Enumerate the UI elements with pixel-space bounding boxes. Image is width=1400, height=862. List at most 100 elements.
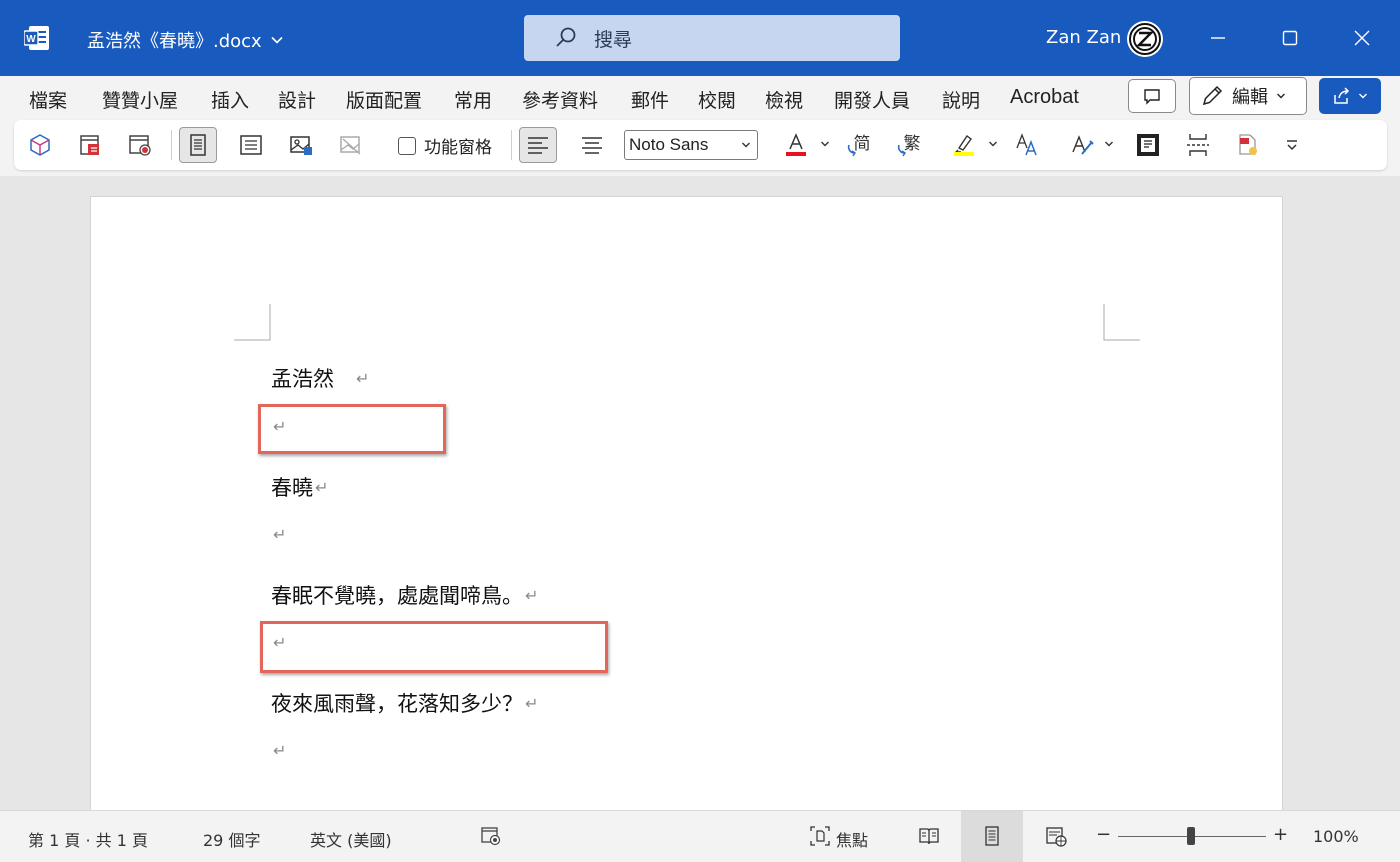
comment-icon — [1144, 89, 1160, 105]
doc-tool-button[interactable] — [71, 127, 109, 163]
paragraph-line-2[interactable]: 夜來風雨聲，花落知多少？ ↵ — [271, 688, 538, 718]
focus-frame-icon — [1137, 134, 1159, 156]
font-color-dropdown-icon[interactable] — [820, 139, 830, 149]
to-traditional-button[interactable]: 繁 — [890, 127, 928, 163]
tab-view[interactable]: 檢視 — [765, 86, 803, 113]
focus-mode-button[interactable] — [1129, 127, 1167, 163]
document-title-text: 孟浩然《春曉》.docx — [87, 31, 262, 52]
tab-layout[interactable]: 版面配置 — [346, 86, 422, 113]
align-center-button[interactable] — [573, 127, 611, 163]
minimize-button[interactable] — [1202, 22, 1234, 54]
zoom-out-button[interactable]: − — [1096, 824, 1111, 845]
zoom-slider-thumb[interactable] — [1187, 827, 1195, 845]
tab-file[interactable]: 檔案 — [29, 86, 67, 113]
user-name[interactable]: Zan Zan — [1046, 27, 1121, 48]
highlight-dropdown-icon[interactable] — [988, 139, 998, 149]
font-name-select[interactable]: Noto Sans — [624, 130, 758, 160]
font-name-value: Noto Sans — [629, 135, 709, 154]
print-layout-view-button[interactable] — [980, 824, 1004, 848]
page-break-button[interactable] — [1179, 127, 1217, 163]
zoom-in-button[interactable]: + — [1273, 824, 1288, 845]
tab-review[interactable]: 校閱 — [698, 86, 736, 113]
paragraph-empty[interactable]: ↵ — [271, 525, 286, 544]
paragraph-title[interactable]: 春曉 ↵ — [271, 472, 328, 502]
editing-mode-button[interactable]: 編輯 — [1189, 77, 1307, 115]
lines-box-icon — [240, 135, 262, 155]
pdf-icon — [1239, 134, 1257, 155]
styles-pane-button[interactable] — [1064, 127, 1102, 163]
paragraph-author[interactable]: 孟浩然 ↵ — [271, 363, 369, 393]
focus-label[interactable]: 焦點 — [836, 827, 868, 851]
title-bar: W 孟浩然《春曉》.docx 搜尋 Zan Zan — [0, 0, 1400, 76]
paragraph-text: 春曉 — [271, 476, 313, 500]
text-effects-button[interactable] — [1008, 127, 1046, 163]
macro-record-button[interactable] — [479, 824, 503, 848]
word-count[interactable]: 29 個字 — [203, 827, 260, 851]
edit-label: 編輯 — [1232, 87, 1268, 108]
language-indicator[interactable]: 英文 (美國) — [310, 827, 392, 851]
to-simplified-button[interactable]: 简 — [840, 127, 878, 163]
separator — [171, 130, 172, 160]
tab-help[interactable]: 說明 — [942, 86, 980, 113]
web-layout-button[interactable] — [232, 127, 270, 163]
document-red-icon — [80, 135, 99, 155]
document-canvas[interactable]: 孟浩然 ↵ ↵ 春曉 ↵ ↵ 春眠不覺曉，處處聞啼鳥。 ↵ ↵ 夜來風雨聲，花落… — [0, 176, 1400, 810]
highlight-color-button[interactable] — [945, 127, 983, 163]
comments-button[interactable] — [1128, 79, 1176, 113]
acrobat-pdf-button[interactable] — [1229, 127, 1267, 163]
tab-developer[interactable]: 開發人員 — [834, 86, 910, 113]
page-break-icon — [1187, 134, 1209, 156]
tab-home[interactable]: 常用 — [454, 86, 492, 113]
focus-mode-icon-wrap[interactable] — [808, 824, 832, 848]
print-layout-button[interactable] — [179, 127, 217, 163]
share-button[interactable] — [1319, 78, 1381, 114]
highlight-box — [258, 404, 446, 454]
tab-acrobat[interactable]: Acrobat — [1010, 86, 1079, 109]
disabled-picture-button — [332, 127, 370, 163]
page-icon — [985, 826, 999, 846]
separator — [511, 130, 512, 160]
document-title[interactable]: 孟浩然《春曉》.docx — [87, 27, 284, 53]
align-left-icon — [528, 137, 548, 154]
checkbox-box[interactable] — [398, 136, 416, 155]
insert-picture-button[interactable] — [282, 127, 320, 163]
more-options-button[interactable] — [1273, 127, 1311, 163]
document-page[interactable]: 孟浩然 ↵ ↵ 春曉 ↵ ↵ 春眠不覺曉，處處聞啼鳥。 ↵ ↵ 夜來風雨聲，花落… — [90, 196, 1283, 810]
record-macro-button[interactable] — [121, 127, 159, 163]
tab-mailings[interactable]: 郵件 — [631, 86, 669, 113]
styles-dropdown-icon[interactable] — [1104, 139, 1114, 149]
styles-brush-icon — [1072, 135, 1094, 155]
3d-model-button[interactable] — [21, 127, 59, 163]
align-left-button[interactable] — [519, 127, 557, 163]
align-center-icon — [582, 137, 602, 154]
search-box[interactable]: 搜尋 — [524, 15, 900, 61]
picture-icon — [290, 136, 312, 155]
read-mode-button[interactable] — [917, 824, 941, 848]
tab-references[interactable]: 參考資料 — [522, 86, 598, 113]
word-logo-icon[interactable]: W — [24, 25, 50, 51]
close-button[interactable] — [1346, 22, 1378, 54]
page-count[interactable]: 第 1 頁 · 共 1 頁 — [28, 827, 148, 851]
ribbon-area: 功能窗格 Noto Sans 简 繁 — [0, 118, 1400, 176]
paragraph-line-1[interactable]: 春眠不覺曉，處處聞啼鳥。 ↵ — [271, 580, 538, 610]
font-color-button[interactable] — [777, 127, 815, 163]
avatar[interactable] — [1127, 21, 1163, 57]
share-icon — [1334, 87, 1350, 104]
minimize-icon — [1211, 37, 1225, 39]
paragraph-empty[interactable]: ↵ — [271, 741, 286, 760]
tab-zanzan[interactable]: 贊贊小屋 — [102, 86, 178, 113]
chevron-down-icon — [271, 36, 283, 44]
web-layout-view-button[interactable] — [1044, 824, 1068, 848]
paragraph-mark: ↵ — [273, 525, 287, 544]
zoom-level[interactable]: 100% — [1313, 827, 1359, 846]
record-icon — [481, 827, 501, 846]
book-icon — [919, 828, 939, 845]
tab-design[interactable]: 設計 — [278, 86, 316, 113]
focus-icon — [810, 826, 830, 846]
tab-insert[interactable]: 插入 — [211, 86, 249, 113]
pencil-icon — [1202, 85, 1223, 106]
crop-mark-top-left — [234, 304, 271, 341]
navigation-pane-checkbox[interactable]: 功能窗格 — [398, 133, 492, 158]
ribbon-tabs: 檔案 贊贊小屋 插入 設計 版面配置 常用 參考資料 郵件 校閱 檢視 開發人員… — [0, 76, 1400, 118]
maximize-button[interactable] — [1274, 22, 1306, 54]
